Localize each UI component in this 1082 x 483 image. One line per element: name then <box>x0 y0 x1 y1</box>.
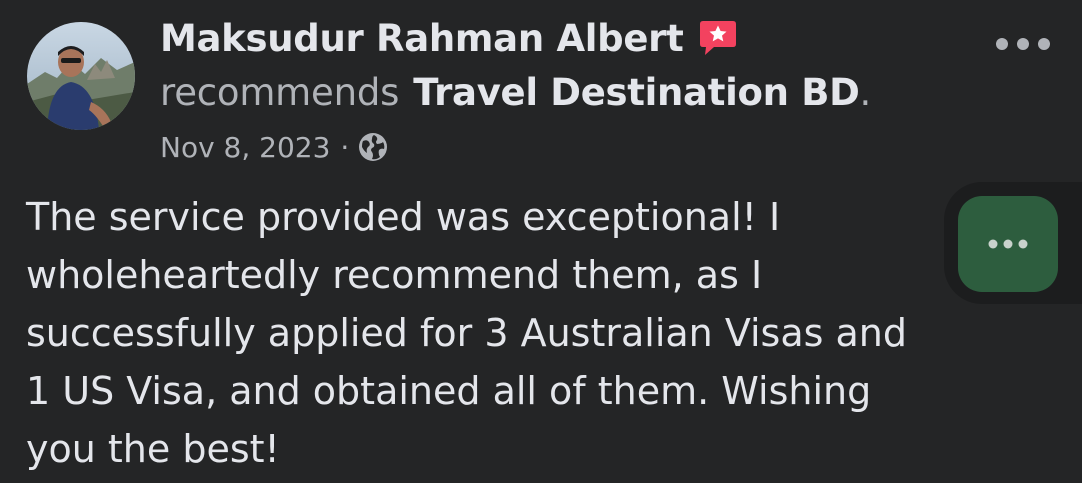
chat-head-button[interactable] <box>944 182 1082 304</box>
author-name[interactable]: Maksudur Rahman Albert <box>160 17 684 60</box>
chat-bubble <box>958 196 1058 292</box>
post-body-text: The service provided was exceptional! I … <box>26 188 1036 478</box>
post-meta: Nov 8, 2023 · <box>160 126 389 168</box>
recommendation-badge-icon <box>698 19 738 57</box>
more-options-button[interactable] <box>988 28 1058 60</box>
author-line: Maksudur Rahman Albert <box>160 14 738 62</box>
recommend-verb: recommends <box>160 70 400 114</box>
author-avatar[interactable] <box>27 22 135 130</box>
post-body-line: The service provided was exceptional! I <box>26 195 781 239</box>
post-date[interactable]: Nov 8, 2023 <box>160 131 330 164</box>
more-options-icon <box>996 38 1050 50</box>
post-body-line: 1 US Visa, and obtained all of them. Wis… <box>26 369 872 413</box>
recommendation-line: recommends Travel Destination BD . <box>160 66 871 118</box>
post-body-line: you the best! <box>26 427 280 471</box>
post-body-line: wholeheartedly recommend them, as I <box>26 253 763 297</box>
page-name-link[interactable]: Travel Destination BD <box>413 71 860 114</box>
post-body-line: successfully applied for 3 Australian Vi… <box>26 311 908 355</box>
chat-typing-icon <box>988 239 1028 249</box>
globe-icon[interactable] <box>357 131 389 163</box>
page-name-suffix: . <box>859 70 872 114</box>
meta-separator: · <box>340 130 350 164</box>
